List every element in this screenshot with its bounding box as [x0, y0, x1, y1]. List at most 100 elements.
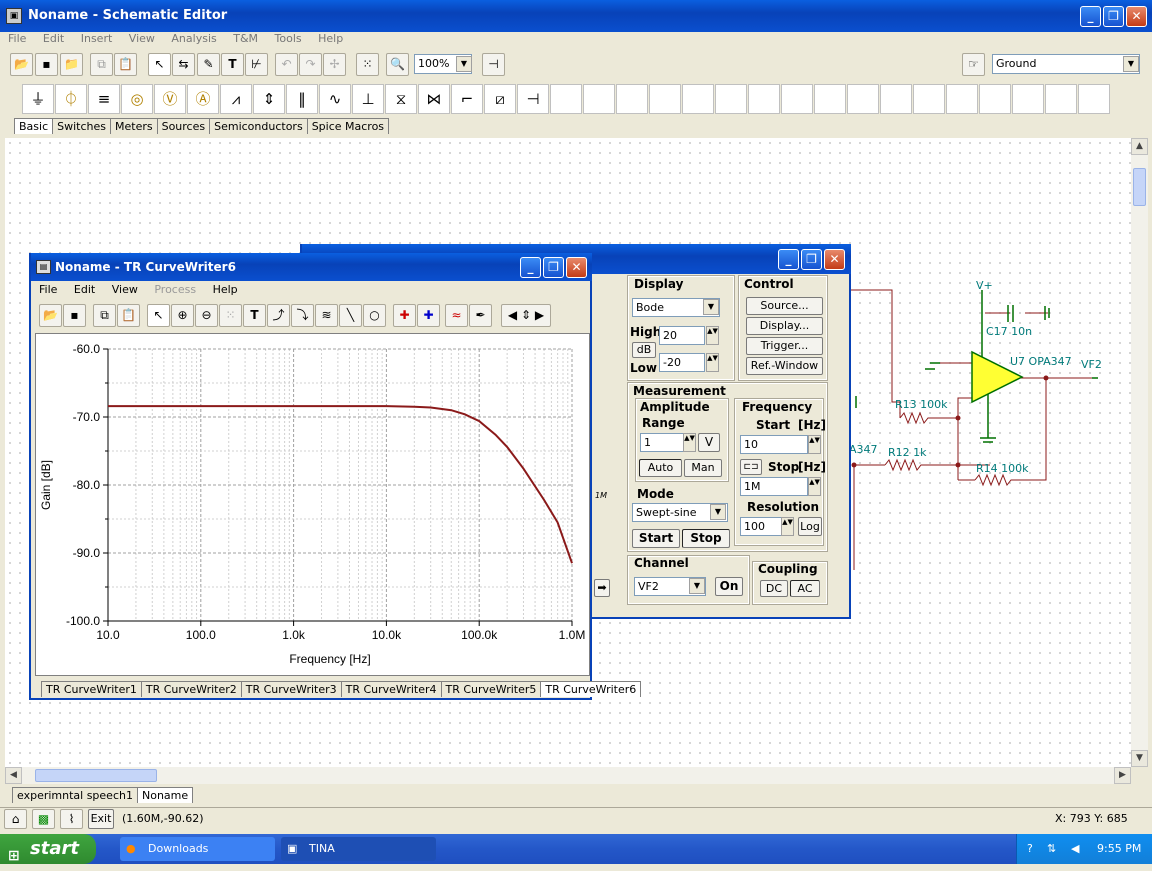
network-icon[interactable]: ⇅ [1047, 834, 1056, 864]
open-folder-icon[interactable]: 📁 [60, 53, 83, 76]
wire-select-icon[interactable]: ⇆ [172, 53, 195, 76]
cw-paste-icon[interactable]: 📋 [117, 304, 140, 327]
cw-menu-process[interactable]: Process [154, 283, 196, 296]
empty-slot[interactable] [616, 84, 648, 114]
zoom-icon[interactable]: 🔍 [386, 53, 409, 76]
horizontal-scrollbar[interactable]: ◀ ▶ [5, 767, 1131, 784]
coupled-icon[interactable]: ⋈ [418, 84, 450, 114]
battery-icon[interactable]: ⏀ [55, 84, 87, 114]
cw-minimize-button[interactable]: _ [520, 257, 541, 278]
varistor-icon[interactable]: ⧄ [484, 84, 516, 114]
empty-slot[interactable] [682, 84, 714, 114]
cw-circle-icon[interactable]: ○ [363, 304, 386, 327]
empty-slot[interactable] [1012, 84, 1044, 114]
log-button[interactable]: Log [798, 517, 822, 536]
low-spinner[interactable]: ▲▼ [706, 353, 719, 372]
empty-slot[interactable] [946, 84, 978, 114]
cw-tab-2[interactable]: TR CurveWriter2 [140, 681, 242, 697]
transformer-icon[interactable]: ⧖ [385, 84, 417, 114]
voltmeter-icon[interactable]: Ⓥ [154, 84, 186, 114]
empty-slot[interactable] [847, 84, 879, 114]
trigger-button[interactable]: Trigger... [746, 337, 823, 355]
tab-meters[interactable]: Meters [110, 118, 158, 134]
component-icon[interactable]: ⊣ [482, 53, 505, 76]
menu-view[interactable]: View [129, 32, 155, 45]
ref-window-button[interactable]: Ref.-Window [746, 357, 823, 375]
cw-menu-edit[interactable]: Edit [74, 283, 95, 296]
vertical-scrollbar[interactable]: ▲ ▼ [1131, 138, 1148, 767]
cw-tab-5[interactable]: TR CurveWriter5 [440, 681, 542, 697]
low-field[interactable]: -20 [659, 353, 705, 372]
status-icon-3[interactable]: ⌇ [60, 809, 83, 829]
display-mode-dropdown-icon[interactable]: ▼ [703, 299, 719, 315]
menu-help[interactable]: Help [318, 32, 343, 45]
tab-switches[interactable]: Switches [52, 118, 111, 134]
empty-slot[interactable] [814, 84, 846, 114]
cw-tab-4[interactable]: TR CurveWriter4 [340, 681, 442, 697]
inductor-icon[interactable]: ∿ [319, 84, 351, 114]
redo-icon[interactable]: ↷ [299, 53, 322, 76]
scroll-left-icon[interactable]: ◀ [5, 767, 22, 784]
terminal-icon[interactable]: ⊣ [517, 84, 549, 114]
empty-slot[interactable] [583, 84, 615, 114]
empty-slot[interactable] [550, 84, 582, 114]
menu-file[interactable]: File [8, 32, 26, 45]
status-icon-1[interactable]: ⌂ [4, 809, 27, 829]
cw-menu-view[interactable]: View [112, 283, 138, 296]
cw-pointer-icon[interactable]: ↖ [147, 304, 170, 327]
arrow-icon[interactable]: ◀ [1071, 834, 1079, 864]
control-maximize-button[interactable]: ❐ [801, 249, 822, 270]
cw-copy-icon[interactable]: ⧉ [93, 304, 116, 327]
scroll-down-icon[interactable]: ▼ [1131, 750, 1148, 767]
empty-slot[interactable] [781, 84, 813, 114]
cw-save-icon[interactable]: ▪ [63, 304, 86, 327]
cw-tab-3[interactable]: TR CurveWriter3 [240, 681, 342, 697]
maximize-button[interactable]: ❐ [1103, 6, 1124, 27]
cw-maximize-button[interactable]: ❐ [543, 257, 564, 278]
stop-link-button[interactable]: ⊏⊐ [740, 459, 762, 475]
undo-icon[interactable]: ↶ [275, 53, 298, 76]
electrolytic-icon[interactable]: ⊥ [352, 84, 384, 114]
save-icon[interactable]: ▪ [35, 53, 58, 76]
cw-marker-icon[interactable]: ✒ [469, 304, 492, 327]
menu-analysis[interactable]: Analysis [171, 32, 216, 45]
db-button[interactable]: dB [632, 342, 656, 358]
text-icon[interactable]: T [221, 53, 244, 76]
high-field[interactable]: 20 [659, 326, 705, 345]
range-spinner[interactable]: ▲▼ [683, 433, 696, 452]
tab-basic[interactable]: Basic [14, 118, 54, 134]
task-tina[interactable]: ▣ TINA [281, 837, 436, 861]
empty-slot[interactable] [715, 84, 747, 114]
battery-stack-icon[interactable]: ≡ [88, 84, 120, 114]
zoom-dropdown-icon[interactable]: ▼ [456, 56, 472, 72]
control-close-button[interactable]: ✕ [824, 249, 845, 270]
open-icon[interactable]: 📂 [10, 53, 33, 76]
tab-sources[interactable]: Sources [156, 118, 211, 134]
stop-button[interactable]: Stop [682, 529, 730, 548]
hand-icon[interactable]: ☞ [962, 53, 985, 76]
scroll-right-icon[interactable]: ▶ [1114, 767, 1131, 784]
paste-icon[interactable]: 📋 [114, 53, 137, 76]
tab-spice-macros[interactable]: Spice Macros [306, 118, 390, 134]
potentiometer-icon[interactable]: ⇕ [253, 84, 285, 114]
cw-tab-1[interactable]: TR CurveWriter1 [41, 681, 142, 697]
bus-icon[interactable]: ⊬ [245, 53, 268, 76]
vertical-thumb[interactable] [1133, 168, 1146, 206]
channel-dropdown-icon[interactable]: ▼ [689, 578, 705, 594]
cw-grid-icon[interactable]: ⁙ [219, 304, 242, 327]
display-button[interactable]: Display... [746, 317, 823, 335]
high-spinner[interactable]: ▲▼ [706, 326, 719, 345]
empty-slot[interactable] [748, 84, 780, 114]
cw-annotate-icon[interactable]: ⤴ [267, 304, 290, 327]
pin-icon[interactable]: ✢ [323, 53, 346, 76]
menu-edit[interactable]: Edit [43, 32, 64, 45]
tab-doc-1[interactable]: experimntal speech1 [12, 787, 138, 803]
capacitor-icon[interactable]: ‖ [286, 84, 318, 114]
copy-icon[interactable]: ⧉ [90, 53, 113, 76]
cw-close-button[interactable]: ✕ [566, 257, 587, 278]
range-field[interactable]: 1 [640, 433, 684, 452]
task-downloads[interactable]: ● Downloads [120, 837, 275, 861]
help-icon[interactable]: ? [1027, 834, 1033, 864]
ground-symbol-icon[interactable]: ⏚ [22, 84, 54, 114]
empty-slot[interactable] [1078, 84, 1110, 114]
